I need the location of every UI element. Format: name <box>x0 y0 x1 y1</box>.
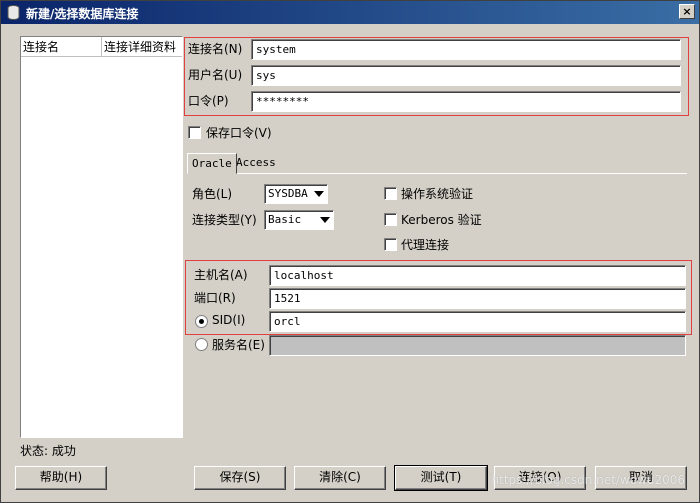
tab-oracle[interactable]: Oracle <box>187 153 237 174</box>
conn-name-label: 连接名(N) <box>188 42 243 56</box>
column-header-conn-name[interactable]: 连接名 <box>21 37 102 57</box>
sid-radio[interactable] <box>195 315 208 328</box>
role-select-value: SYSDBA <box>268 187 308 200</box>
title-bar[interactable]: 新建/选择数据库连接 × <box>1 1 699 24</box>
chevron-down-icon <box>320 217 330 223</box>
service-name-input[interactable] <box>269 335 686 356</box>
password-label: 口令(P) <box>188 94 229 108</box>
conn-type-label: 连接类型(Y) <box>192 213 257 227</box>
kerberos-checkbox[interactable] <box>384 213 397 226</box>
test-button[interactable]: 测试(T) <box>394 465 488 491</box>
window-title: 新建/选择数据库连接 <box>26 7 139 21</box>
proxy-label: 代理连接 <box>401 238 450 252</box>
column-header-conn-details[interactable]: 连接详细资料 <box>102 37 182 57</box>
dialog-window: 新建/选择数据库连接 × 连接名 连接详细资料 状态: 成功 连接名(N) sy… <box>0 0 700 503</box>
sid-input[interactable]: orcl <box>269 311 686 332</box>
os-auth-checkbox[interactable] <box>384 187 397 200</box>
clear-button[interactable]: 清除(C) <box>294 466 386 490</box>
hostname-label: 主机名(A) <box>194 268 248 282</box>
close-icon[interactable]: × <box>679 4 695 19</box>
tab-access[interactable]: Access <box>232 153 280 174</box>
os-auth-label: 操作系统验证 <box>401 187 474 201</box>
conn-name-input[interactable]: system <box>251 39 681 60</box>
username-label: 用户名(U) <box>188 68 243 82</box>
role-label: 角色(L) <box>192 187 233 201</box>
sid-label: SID(I) <box>212 313 246 327</box>
tab-divider <box>187 173 687 174</box>
password-input[interactable]: ******** <box>251 91 681 112</box>
connection-list[interactable]: 连接名 连接详细资料 <box>20 36 183 438</box>
watermark-text: https://blog.csdn.net/wowu2006 <box>491 473 685 487</box>
save-password-label: 保存口令(V) <box>206 126 272 140</box>
kerberos-label: Kerberos 验证 <box>401 213 482 227</box>
conn-type-select-value: Basic <box>268 213 302 226</box>
chevron-down-icon <box>314 191 324 197</box>
save-button[interactable]: 保存(S) <box>194 466 286 490</box>
port-input[interactable]: 1521 <box>269 288 686 309</box>
service-name-radio[interactable] <box>195 338 208 351</box>
port-label: 端口(R) <box>194 291 236 305</box>
username-input[interactable]: sys <box>251 65 681 86</box>
hostname-input[interactable]: localhost <box>269 265 686 286</box>
database-icon <box>7 5 20 20</box>
help-button[interactable]: 帮助(H) <box>15 466 107 490</box>
status-text: 状态: 成功 <box>20 444 76 458</box>
proxy-checkbox[interactable] <box>384 238 397 251</box>
save-password-checkbox[interactable] <box>188 126 201 139</box>
role-select[interactable]: SYSDBA <box>264 184 328 204</box>
service-name-label: 服务名(E) <box>212 338 265 352</box>
conn-type-select[interactable]: Basic <box>264 210 334 230</box>
